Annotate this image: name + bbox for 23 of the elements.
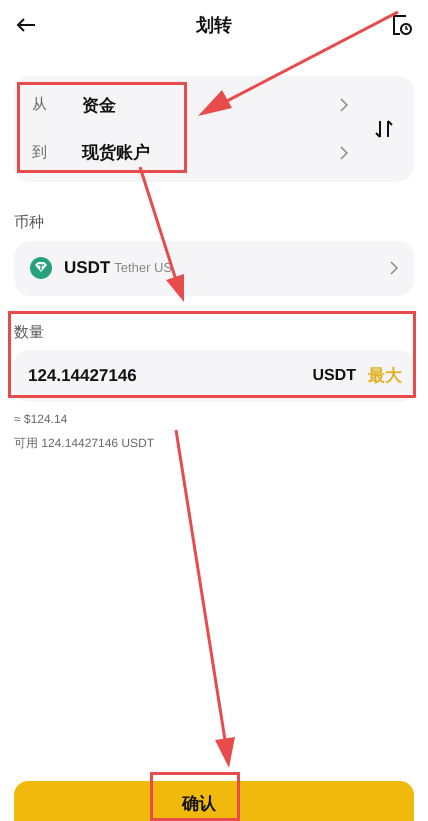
coin-name: Tether US xyxy=(114,259,172,278)
chevron-icon xyxy=(340,146,348,160)
coin-icon xyxy=(30,257,52,279)
coin-label: 币种 xyxy=(14,213,45,233)
back-arrow-icon[interactable] xyxy=(16,17,36,33)
account-label: 到 xyxy=(32,142,48,162)
coin-selector[interactable]: USDT Tether US xyxy=(14,240,414,296)
history-icon[interactable] xyxy=(392,14,412,36)
fiat-estimate: ≈ $124.14 xyxy=(14,411,68,428)
amount-field[interactable]: 124.14427146 USDT 最大 xyxy=(14,350,414,402)
account-value[interactable]: 现货账户 xyxy=(82,140,150,166)
available-balance: 可用 124.14427146 USDT xyxy=(14,435,156,452)
page-title: 划转 xyxy=(196,14,232,36)
amount-label: 数量 xyxy=(14,322,45,342)
chevron-icon xyxy=(390,261,398,275)
confirm-button[interactable]: 确认 xyxy=(14,781,414,821)
swap-icon[interactable] xyxy=(374,119,394,139)
amount-value: 124.14427146 xyxy=(28,365,137,388)
chevron-icon xyxy=(340,98,348,112)
account-label: 从 xyxy=(32,95,48,115)
amount-unit: USDT xyxy=(312,366,356,386)
account-value[interactable]: 资金 xyxy=(82,92,116,118)
coin-symbol: USDT xyxy=(64,257,110,280)
